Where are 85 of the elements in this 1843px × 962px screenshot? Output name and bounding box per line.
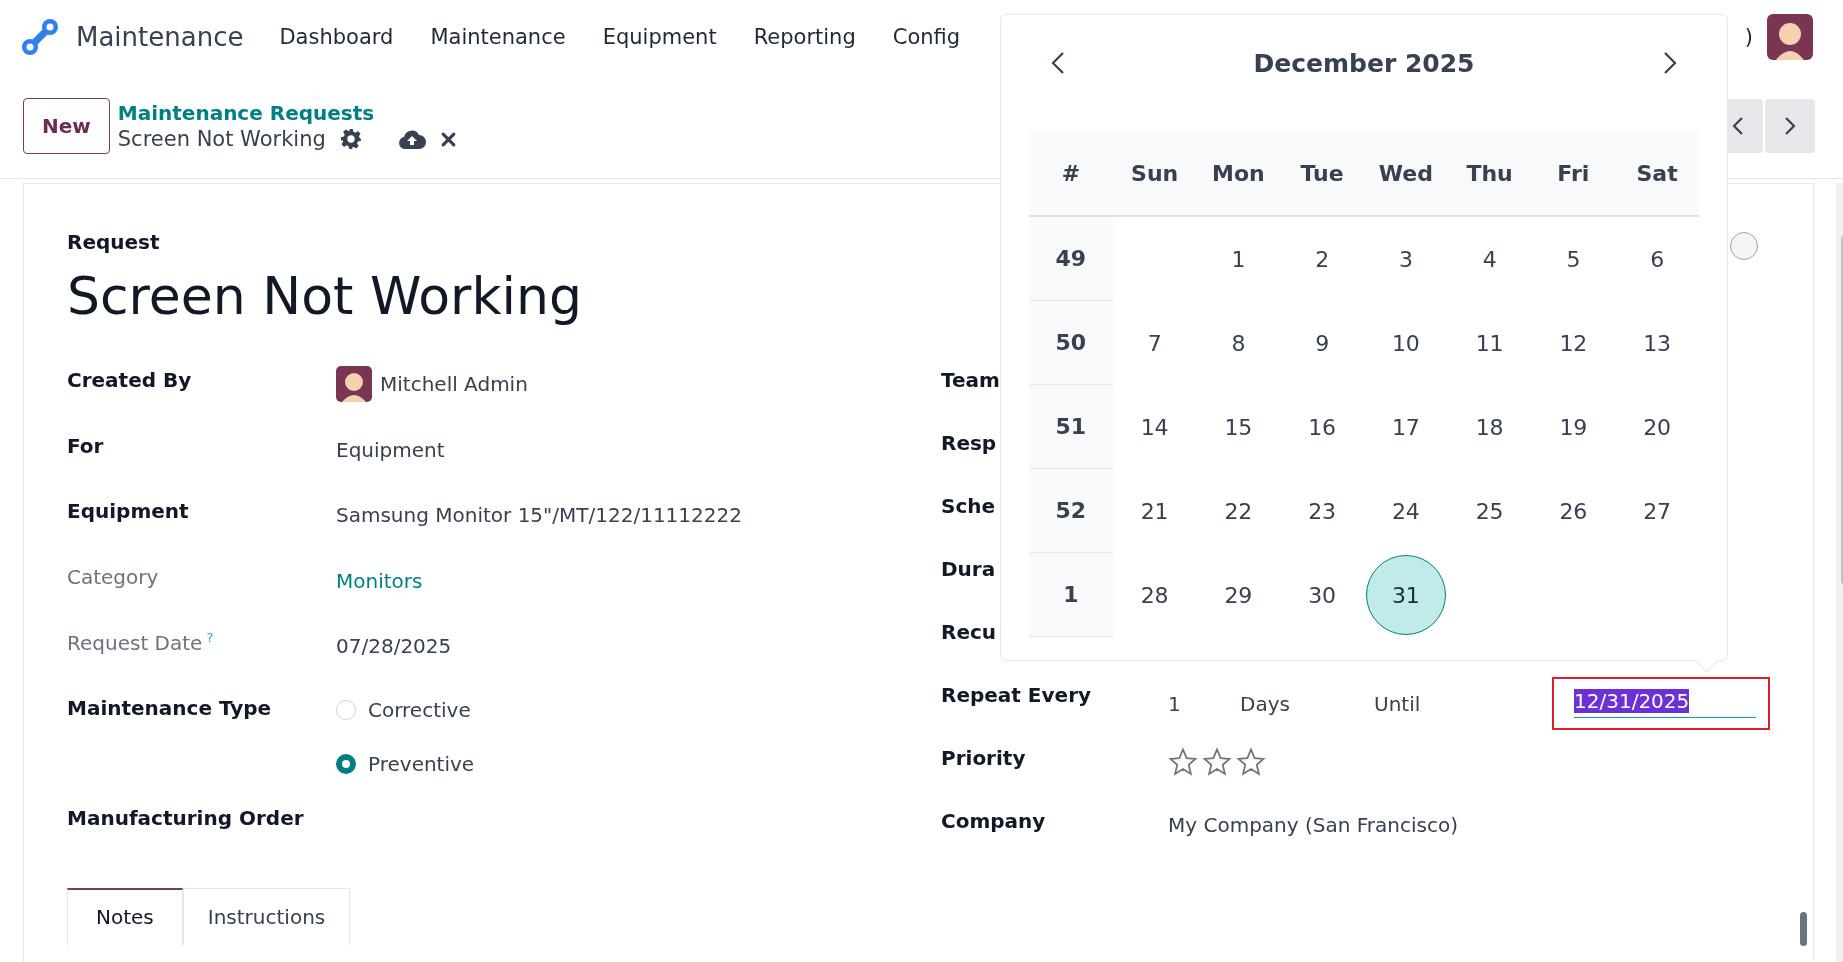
week-number: 51 xyxy=(1029,385,1113,469)
field-label: Recu xyxy=(941,620,997,644)
calendar-day[interactable]: 21 xyxy=(1114,471,1195,551)
calendar-day[interactable]: 11 xyxy=(1449,303,1530,383)
week-number: 49 xyxy=(1029,217,1113,301)
field-value[interactable]: Samsung Monitor 15"/MT/122/11112222 xyxy=(336,503,742,528)
radio-label[interactable]: Preventive xyxy=(368,751,475,776)
calendar-day[interactable]: 22 xyxy=(1198,471,1279,551)
field-label: Dura xyxy=(941,557,996,581)
field-label: Equipment xyxy=(67,499,189,524)
calendar-day[interactable]: 28 xyxy=(1114,555,1195,635)
request-title[interactable]: Screen Not Working xyxy=(67,266,583,326)
field-label: Priority xyxy=(941,746,1026,770)
radio-label[interactable]: Corrective xyxy=(368,697,471,722)
field-label: Sche xyxy=(941,494,996,518)
field-label: Repeat Every xyxy=(941,683,1092,707)
field-label: Company xyxy=(941,809,1046,833)
calendar-day[interactable]: 17 xyxy=(1365,387,1446,467)
record-name: Screen Not Working xyxy=(117,127,326,151)
repeat-unit[interactable]: Days xyxy=(1240,691,1366,716)
column-header: Thu xyxy=(1465,160,1514,186)
tab[interactable]: Notes xyxy=(67,888,183,945)
calendar-day[interactable]: 25 xyxy=(1449,471,1530,551)
menu-item[interactable]: Equipment xyxy=(602,25,717,49)
column-header: # xyxy=(1060,160,1082,186)
category-link[interactable]: Monitors xyxy=(336,568,423,593)
field-label: For xyxy=(67,433,104,458)
field-label: Maintenance Type xyxy=(67,695,272,720)
week-number: 1 xyxy=(1029,553,1113,637)
month-title[interactable]: December 2025 xyxy=(1253,48,1475,78)
column-header: Sun xyxy=(1130,160,1180,186)
breadcrumb-link[interactable]: Maintenance Requests xyxy=(117,101,457,125)
calendar-day[interactable]: 1 xyxy=(1198,219,1279,299)
menu-item[interactable]: Dashboard xyxy=(279,25,394,49)
field-label: Resp xyxy=(941,431,997,455)
calendar-day[interactable]: 7 xyxy=(1114,303,1195,383)
new-button[interactable]: New xyxy=(23,98,110,154)
user-name[interactable]: Mitchell Admin xyxy=(380,372,528,396)
form-label: Request xyxy=(67,230,161,254)
calendar-day[interactable]: 23 xyxy=(1282,471,1363,551)
tab[interactable]: Instructions xyxy=(182,888,351,945)
menu-item[interactable]: Reporting xyxy=(753,25,856,49)
repeat-interval[interactable]: 1 xyxy=(1168,691,1232,716)
week-number: 50 xyxy=(1029,301,1113,385)
calendar-day[interactable]: 14 xyxy=(1114,387,1195,467)
calendar-day[interactable]: 10 xyxy=(1365,303,1446,383)
calendar-day[interactable]: 4 xyxy=(1449,219,1530,299)
calendar-day[interactable]: 2 xyxy=(1282,219,1363,299)
calendar-day[interactable]: 9 xyxy=(1282,303,1363,383)
calendar-day[interactable]: 6 xyxy=(1617,219,1698,299)
menu-item[interactable]: Maintenance xyxy=(430,25,566,49)
calendar-day[interactable]: 8 xyxy=(1198,303,1279,383)
field-value[interactable]: My Company (San Francisco) xyxy=(1168,813,1458,837)
calendar-day[interactable]: 12 xyxy=(1533,303,1614,383)
field-label: Until xyxy=(1374,691,1422,716)
company-switcher[interactable]: ) xyxy=(1744,25,1753,49)
column-header: Tue xyxy=(1299,160,1345,186)
menu-item[interactable]: Config xyxy=(892,25,961,49)
field-label: Category xyxy=(67,564,159,589)
column-header: Mon xyxy=(1211,160,1266,186)
calendar-day[interactable]: 3 xyxy=(1365,219,1446,299)
calendar-day[interactable]: 26 xyxy=(1533,471,1614,551)
calendar-day[interactable]: 19 xyxy=(1533,387,1614,467)
field-value[interactable]: 07/28/2025 xyxy=(336,634,452,659)
calendar-day[interactable]: 29 xyxy=(1198,555,1279,635)
calendar-day[interactable]: 13 xyxy=(1617,303,1698,383)
column-header: Wed xyxy=(1377,160,1434,186)
calendar-day[interactable]: 18 xyxy=(1449,387,1530,467)
app-title[interactable]: Maintenance xyxy=(76,22,244,52)
calendar-day[interactable]: 5 xyxy=(1533,219,1614,299)
calendar-day[interactable]: 27 xyxy=(1617,471,1698,551)
field-label: Manufacturing Order xyxy=(67,806,304,831)
field-label: Request Date xyxy=(67,630,203,655)
calendar-day[interactable]: 16 xyxy=(1282,387,1363,467)
calendar-day[interactable]: 15 xyxy=(1198,387,1279,467)
calendar-day[interactable]: 24 xyxy=(1365,471,1446,551)
calendar-day[interactable]: 20 xyxy=(1617,387,1698,467)
calendar-day[interactable]: 30 xyxy=(1282,555,1363,635)
calendar-day[interactable]: 31 xyxy=(1365,555,1446,635)
column-header: Sat xyxy=(1635,160,1679,186)
field-value[interactable]: Equipment xyxy=(336,437,445,462)
field-label: Team xyxy=(941,368,1000,392)
field-label: Created By xyxy=(67,368,192,392)
column-header: Fri xyxy=(1556,160,1591,186)
week-number: 52 xyxy=(1029,469,1113,553)
